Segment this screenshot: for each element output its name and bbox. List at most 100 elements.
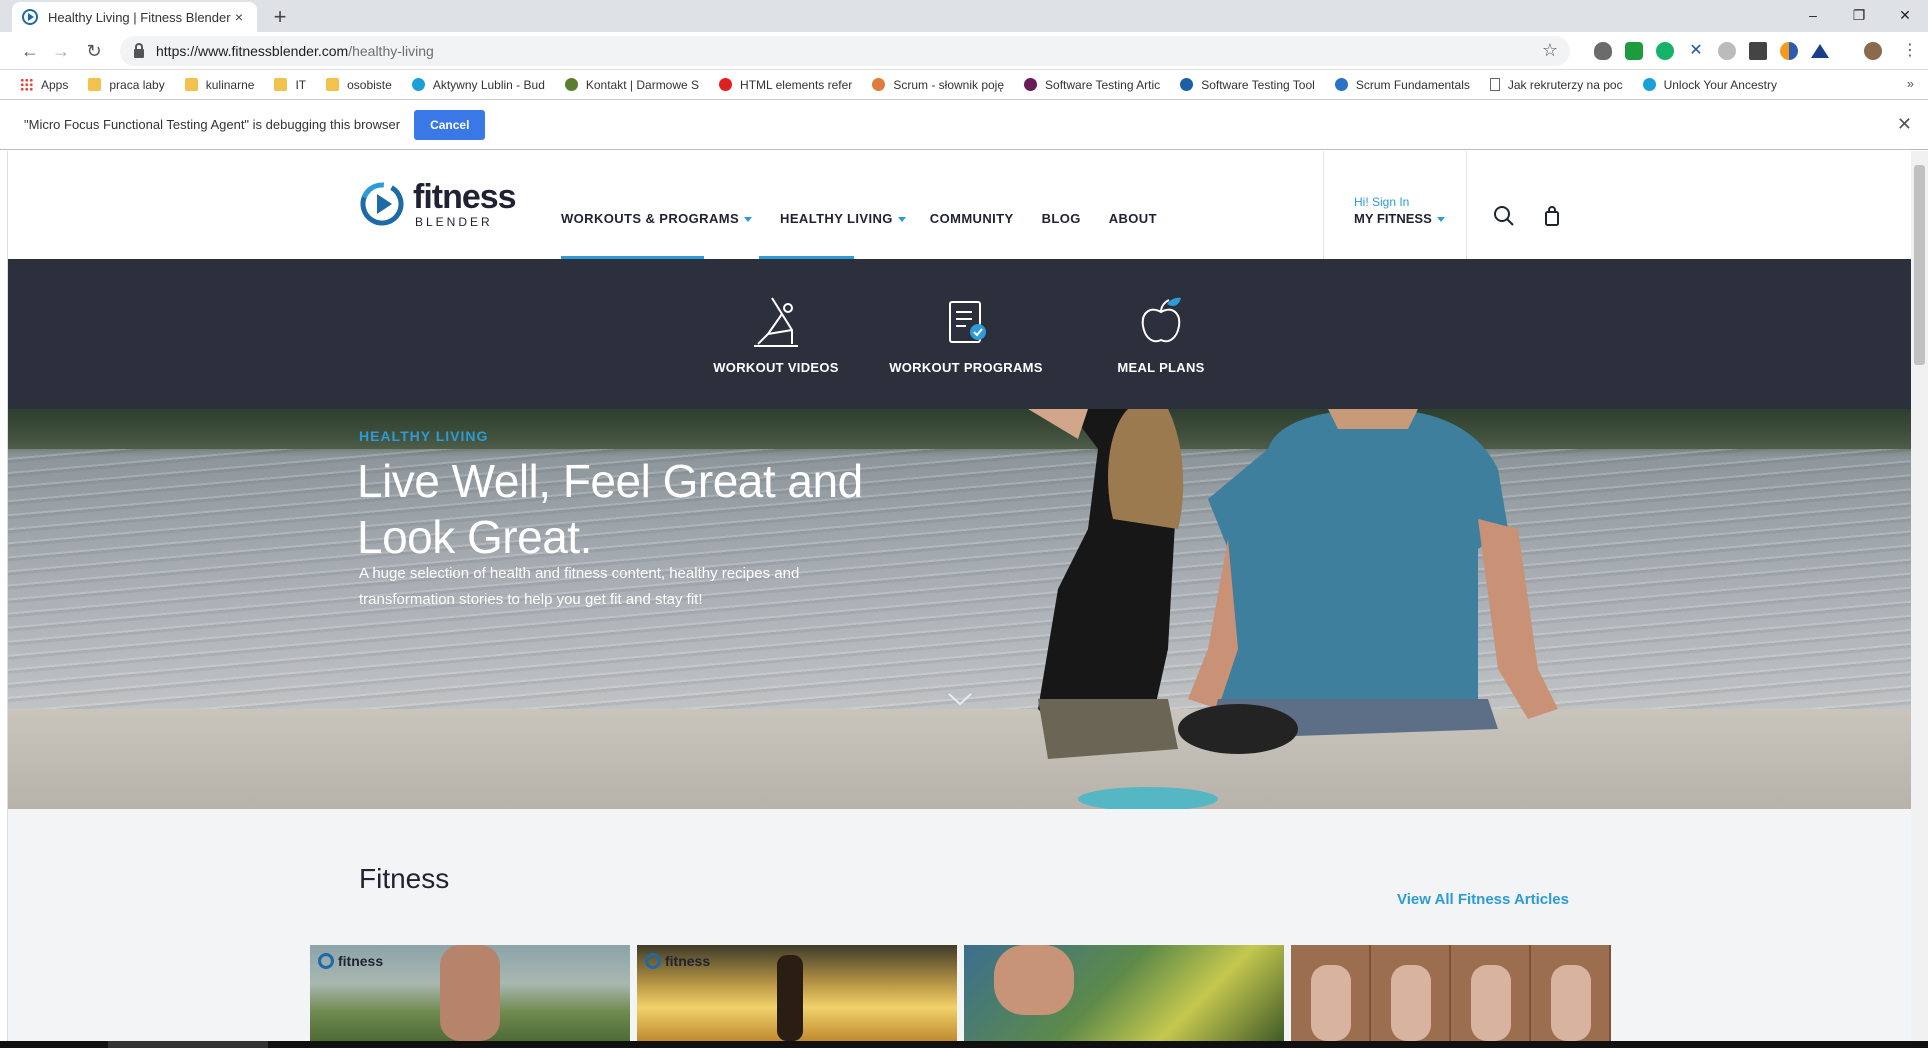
infobar-close-icon[interactable]: ✕ — [1897, 114, 1912, 135]
debugging-infobar: "Micro Focus Functional Testing Agent" i… — [0, 100, 1928, 150]
submenu-meal-plans[interactable]: MEAL PLANS — [1106, 294, 1216, 375]
logo-wordmark: fitness — [413, 178, 517, 216]
hero-background-trees — [8, 409, 1911, 449]
nav-item[interactable]: BLOG — [1042, 211, 1081, 226]
view-all-fitness-link[interactable]: View All Fitness Articles — [1389, 891, 1569, 908]
infobar-cancel-button[interactable]: Cancel — [414, 109, 486, 140]
profile-avatar[interactable] — [1864, 42, 1882, 60]
browser-tab-active[interactable]: Healthy Living | Fitness Blender × — [12, 2, 257, 32]
triangle-extension-icon[interactable] — [1811, 44, 1829, 58]
site-icon — [411, 78, 425, 91]
browser-toolbar: ← → ↻ https://www.fitnessblender.com/hea… — [0, 32, 1928, 70]
address-bar[interactable]: https://www.fitnessblender.com/healthy-l… — [120, 36, 1570, 66]
nav-item[interactable]: WORKOUTS & PROGRAMS — [561, 211, 753, 226]
bookmark-label: kulinarne — [205, 77, 255, 92]
bookmark-label: Software Testing Tool — [1201, 77, 1315, 92]
fitness-article-thumb[interactable] — [1291, 945, 1611, 1041]
bookmark-item[interactable]: Aktywny Lublin - Bud — [411, 78, 545, 92]
thumb-transformation-image — [1391, 965, 1431, 1041]
apps-icon — [20, 78, 33, 91]
new-tab-button[interactable]: + — [268, 4, 292, 30]
search-icon[interactable] — [1493, 205, 1515, 227]
bookmarks-overflow-button[interactable]: » — [1907, 76, 1914, 91]
window-close-button[interactable]: ✕ — [1882, 0, 1928, 30]
site-icon — [719, 78, 733, 91]
shopping-bag-icon[interactable] — [1541, 205, 1563, 227]
tab-close-icon[interactable]: × — [231, 9, 247, 25]
logo-subtitle: BLENDER — [415, 215, 493, 229]
yoga-pose-icon — [754, 297, 798, 347]
fitness-article-thumb[interactable] — [964, 945, 1284, 1041]
fitness-article-thumb[interactable]: fitness — [310, 945, 630, 1041]
fitness-blender-logo-icon — [318, 953, 334, 969]
nav-item[interactable]: COMMUNITY — [930, 211, 1014, 226]
thumb-transformation-image — [1471, 965, 1511, 1041]
cloud-extension-icon[interactable] — [1718, 42, 1736, 60]
folder-icon — [326, 78, 340, 91]
page-icon — [1489, 78, 1500, 91]
back-arrow-icon[interactable]: ← — [18, 40, 42, 62]
grammarly-extension-icon[interactable] — [1656, 42, 1674, 60]
sign-in-link[interactable]: Hi! Sign In — [1354, 195, 1409, 209]
bookmark-label: Jak rekruterzy na poc — [1507, 77, 1623, 92]
submenu-label: WORKOUT VIDEOS — [713, 360, 839, 375]
site-logo[interactable]: fitness BLENDER — [359, 178, 517, 229]
chevron-down-icon — [744, 217, 753, 223]
green-extension-icon[interactable] — [1625, 42, 1643, 60]
bookmark-item[interactable]: Unlock Your Ancestry — [1642, 77, 1777, 92]
bookmarks-bar: Apps praca laby kulinarne IT osobiste Aktywny… — [0, 70, 1928, 100]
colorful-extension-icon[interactable] — [1780, 42, 1798, 60]
bookmark-item[interactable]: HTML elements refer — [719, 78, 852, 92]
submenu-workout-videos[interactable]: WORKOUT VIDEOS — [711, 294, 841, 375]
chevron-down-icon — [1436, 217, 1445, 223]
nav-item-label: HEALTHY LIVING — [780, 211, 893, 226]
site-icon — [1180, 78, 1194, 91]
fitness-section-title: Fitness — [359, 863, 450, 894]
site-icon — [872, 78, 886, 91]
my-fitness-menu[interactable]: MY FITNESS — [1354, 211, 1445, 226]
window-minimize-button[interactable]: – — [1790, 0, 1836, 30]
bookmark-item[interactable]: Scrum - słownik poję — [872, 78, 1004, 92]
nav-item-label: BLOG — [1041, 211, 1081, 226]
bookmark-item[interactable]: Apps — [20, 78, 68, 92]
chevron-down-icon — [897, 217, 906, 223]
bookmark-label: osobiste — [347, 77, 392, 92]
nav-item[interactable]: ABOUT — [1109, 211, 1157, 226]
nav-item[interactable]: HEALTHY LIVING — [780, 211, 906, 226]
scroll-down-chevron-icon[interactable] — [947, 691, 973, 707]
thumb-transformation-image — [1311, 965, 1351, 1041]
reload-icon[interactable]: ↻ — [82, 40, 106, 62]
browser-tab-strip: Healthy Living | Fitness Blender × + – ❐… — [0, 0, 1928, 32]
submenu-label: WORKOUT PROGRAMS — [889, 360, 1043, 375]
page-scrollbar-thumb[interactable] — [1914, 165, 1925, 365]
bookmark-item[interactable]: IT — [274, 78, 306, 92]
notes-extension-icon[interactable] — [1749, 42, 1767, 60]
bookmark-label: Unlock Your Ancestry — [1663, 77, 1777, 92]
bookmark-item[interactable]: Scrum Fundamentals — [1334, 77, 1470, 92]
bookmark-star-icon[interactable]: ☆ — [1542, 40, 1558, 61]
site-icon — [564, 78, 578, 91]
lock-icon — [134, 42, 144, 58]
forward-arrow-icon[interactable]: → — [49, 40, 73, 62]
bookmark-item[interactable]: praca laby — [88, 78, 165, 92]
bookmark-item[interactable]: kulinarne — [184, 77, 255, 92]
web-page: fitness BLENDER WORKOUTS & PROGRAMS HEALT… — [8, 151, 1911, 1041]
bookmark-item[interactable]: Software Testing Tool — [1180, 78, 1315, 92]
folder-icon — [184, 78, 198, 91]
thumb-transformation-image — [1551, 965, 1591, 1041]
bookmark-item[interactable]: Jak rekruterzy na poc — [1489, 77, 1623, 92]
bookmark-item[interactable]: osobiste — [326, 78, 392, 92]
bookmark-label: IT — [295, 77, 307, 92]
shield-extension-icon[interactable] — [1594, 42, 1612, 60]
taskbar-app[interactable] — [108, 1041, 268, 1048]
browser-menu-icon[interactable]: ⋮ — [1898, 40, 1922, 62]
cross-extension-icon[interactable]: ✕ — [1687, 42, 1705, 60]
apple-icon — [1141, 297, 1181, 343]
fitness-article-thumb[interactable]: fitness — [637, 945, 957, 1041]
window-restore-button[interactable]: ❐ — [1836, 0, 1882, 30]
submenu-workout-programs[interactable]: WORKOUT PROGRAMS — [886, 294, 1046, 375]
bookmark-item[interactable]: Kontakt | Darmowe S — [564, 78, 699, 92]
fitness-blender-logo-icon — [645, 953, 661, 969]
bookmark-label: Scrum Fundamentals — [1355, 77, 1470, 92]
bookmark-item[interactable]: Software Testing Artic — [1024, 78, 1160, 92]
